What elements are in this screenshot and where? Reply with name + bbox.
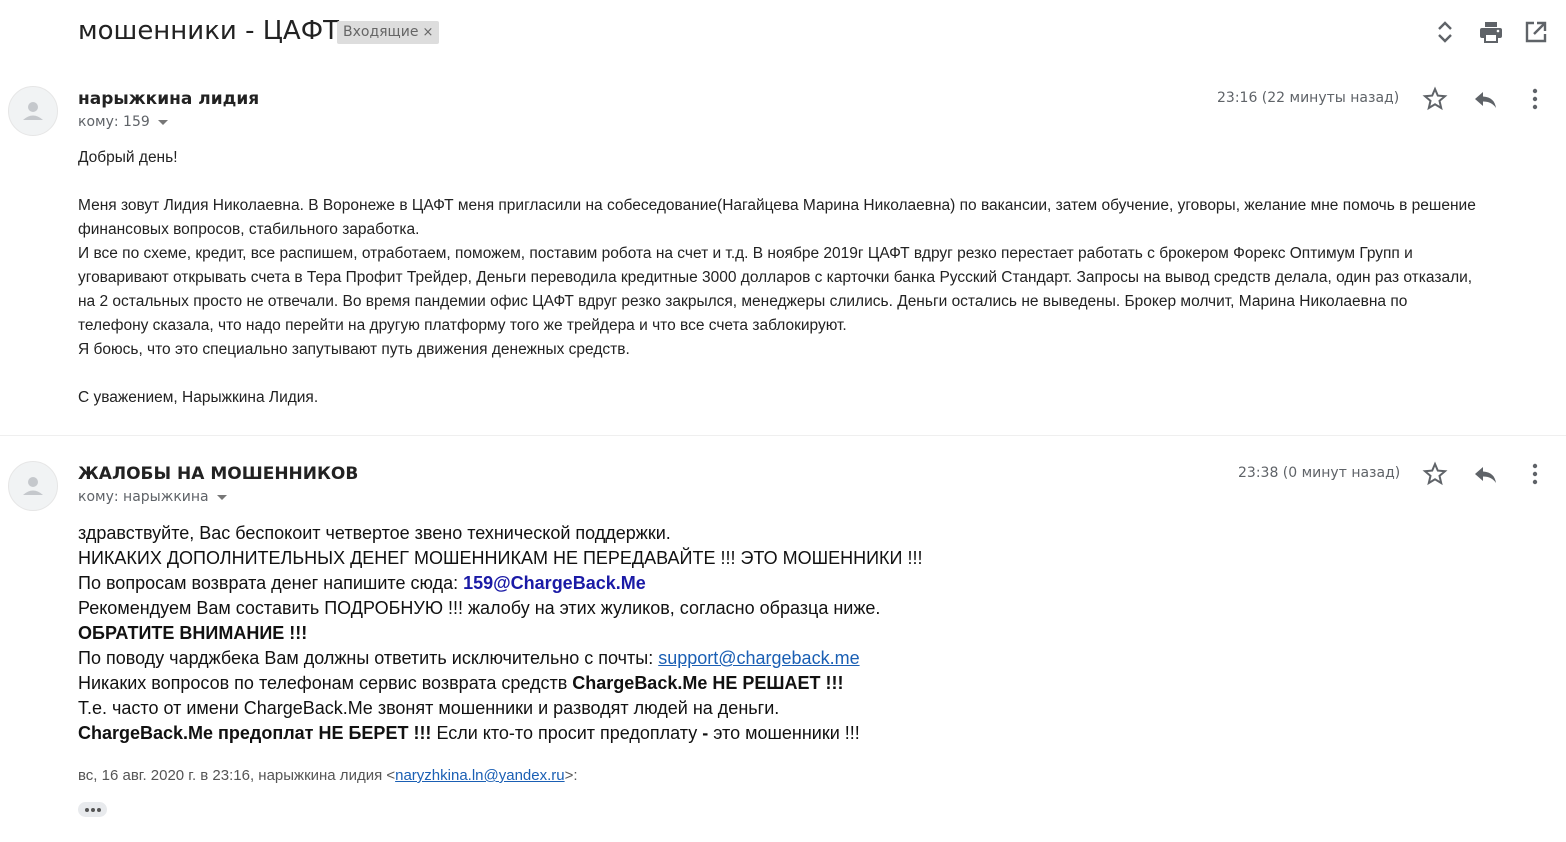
message-time: 23:16 (22 минуты назад) — [1217, 90, 1400, 106]
body-line: уговаривают открывать счета в Тера Профи… — [78, 269, 1473, 286]
body-line: Я боюсь, что это специально запутывают п… — [78, 341, 630, 358]
body-line: И все по схеме, кредит, все распишем, от… — [78, 245, 1413, 262]
reply-icon[interactable] — [1472, 461, 1498, 487]
open-in-new-window-icon[interactable] — [1522, 18, 1550, 46]
body-line: Никаких вопросов по телефонам сервис воз… — [78, 671, 1478, 696]
person-icon — [23, 477, 43, 495]
star-icon[interactable] — [1422, 86, 1448, 112]
message-sender[interactable]: ЖАЛОБЫ НА МОШЕННИКОВ — [78, 464, 358, 484]
more-vert-icon[interactable] — [1522, 461, 1548, 487]
body-line: Рекомендуем Вам составить ПОДРОБНУЮ !!! … — [78, 598, 881, 618]
body-text: это мошенники !!! — [708, 723, 860, 743]
body-text: По поводу чарджбека Вам должны ответить … — [78, 648, 659, 668]
recipient-line[interactable]: кому: 159 — [78, 114, 168, 130]
inbox-label-text: Входящие — [343, 24, 419, 40]
message-sender[interactable]: нарыжкина лидия — [78, 89, 259, 109]
body-line: Меня зовут Лидия Николаевна. В Воронеже … — [78, 197, 1476, 214]
message-body: здравствуйте, Вас беспокоит четвертое зв… — [78, 521, 1478, 746]
body-line: здравствуйте, Вас беспокоит четвертое зв… — [78, 523, 671, 543]
message-time: 23:38 (0 минут назад) — [1238, 465, 1401, 481]
reply-icon[interactable] — [1472, 86, 1498, 112]
body-text: По вопросам возврата денег напишите сюда… — [78, 573, 464, 593]
inbox-label-chip[interactable]: Входящие × — [337, 21, 440, 44]
star-icon[interactable] — [1422, 461, 1448, 487]
caret-down-icon[interactable] — [157, 119, 168, 125]
quoted-suffix: >: — [564, 767, 578, 784]
quoted-header: вс, 16 авг. 2020 г. в 23:16, нарыжкина л… — [78, 767, 578, 784]
attention-line: ОБРАТИТЕ ВНИМАНИЕ !!! — [78, 623, 308, 643]
unfold-icon[interactable] — [1431, 18, 1459, 46]
support-email-link[interactable]: support@chargeback.me — [658, 648, 859, 668]
body-line: финансовых вопросов, стабильного заработ… — [78, 221, 420, 238]
support-email[interactable]: 159@ChargeBack.Me — [463, 573, 646, 593]
body-line: Т.е. часто от имени ChargeBack.Me звонят… — [78, 698, 780, 718]
recipient-text: кому: 159 — [78, 114, 150, 130]
bold-text: ChargeBack.Me предоплат НЕ БЕРЕТ !!! — [78, 723, 432, 743]
thread-subject: мошенники - ЦАФТ — [78, 16, 339, 46]
more-vert-icon[interactable] — [1522, 86, 1548, 112]
recipient-text: кому: нарыжкина — [78, 489, 209, 505]
dot — [96, 807, 101, 812]
body-line: По вопросам возврата денег напишите сюда… — [78, 571, 1478, 596]
body-text: Если кто-то просит предоплату — [431, 723, 703, 743]
show-trimmed-content-button[interactable] — [78, 802, 107, 817]
body-line: телефону сказала, что надо перейти на др… — [78, 317, 847, 334]
message-body: Добрый день! Меня зовут Лидия Николаевна… — [78, 146, 1558, 410]
print-icon[interactable] — [1477, 18, 1505, 46]
remove-label-icon[interactable]: × — [422, 25, 433, 40]
body-text: Никаких вопросов по телефонам сервис воз… — [78, 673, 573, 693]
sender-avatar[interactable] — [8, 86, 58, 136]
body-line: НИКАКИХ ДОПОЛНИТЕЛЬНЫХ ДЕНЕГ МОШЕННИКАМ … — [78, 548, 923, 568]
quoted-prefix: вс, 16 авг. 2020 г. в 23:16, нарыжкина л… — [78, 767, 396, 784]
sender-avatar[interactable] — [8, 461, 58, 511]
dot — [84, 807, 89, 812]
message-divider — [0, 435, 1566, 436]
body-line: ChargeBack.Me предоплат НЕ БЕРЕТ !!! Есл… — [78, 721, 1478, 746]
bold-text: ChargeBack.Me НЕ РЕШАЕТ !!! — [572, 673, 844, 693]
recipient-line[interactable]: кому: нарыжкина — [78, 489, 227, 505]
body-line: По поводу чарджбека Вам должны ответить … — [78, 646, 1478, 671]
body-line: на 2 остальных просто не отвечали. Во вр… — [78, 293, 1408, 310]
signature: С уважением, Нарыжкина Лидия. — [78, 389, 319, 406]
quoted-email-link[interactable]: naryzhkina.ln@yandex.ru — [395, 767, 564, 784]
caret-down-icon[interactable] — [216, 494, 227, 500]
dot — [90, 807, 95, 812]
person-icon — [23, 102, 43, 120]
greeting: Добрый день! — [78, 149, 178, 166]
